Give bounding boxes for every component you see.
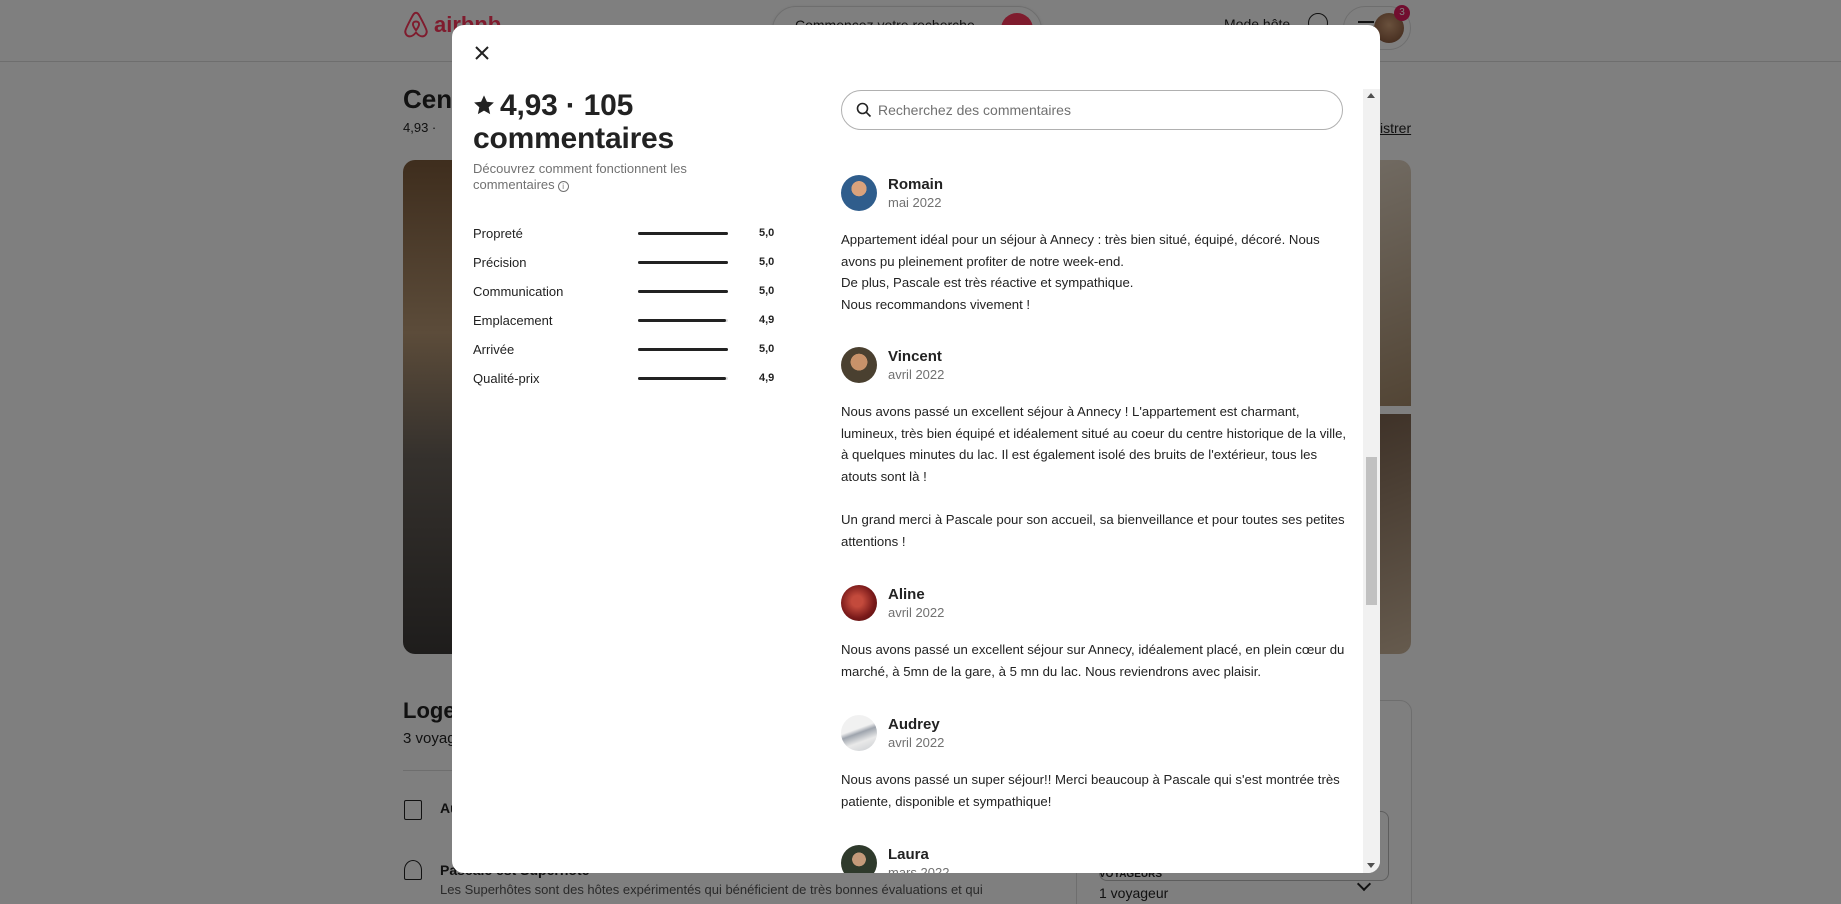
review-date: mars 2022	[888, 865, 950, 873]
review-text: Appartement idéal pour un séjour à Annec…	[841, 229, 1349, 315]
learn-reviews-text: Découvrez comment fonctionnent les comme…	[473, 161, 687, 192]
category-bar	[638, 377, 728, 380]
rating-separator: ·	[565, 89, 576, 122]
category-bar	[638, 319, 728, 322]
reviewer-avatar[interactable]	[841, 585, 877, 621]
reviewer-avatar[interactable]	[841, 715, 877, 751]
rating-value: 4,93	[500, 89, 558, 122]
reviewer-name: Romain	[888, 176, 944, 193]
review-date: avril 2022	[888, 605, 945, 620]
reviewer-avatar[interactable]	[841, 347, 877, 383]
search-icon	[856, 102, 872, 118]
category-bar	[638, 290, 728, 293]
scroll-up-arrow[interactable]	[1367, 93, 1375, 98]
review-date: avril 2022	[888, 735, 945, 750]
category-value: 5,0	[759, 343, 775, 355]
category-label: Communication	[473, 284, 564, 299]
category-bar	[638, 348, 728, 351]
info-icon: i	[557, 181, 569, 192]
review-paragraph: Nous avons passé un super séjour!! Merci…	[841, 772, 1340, 809]
scrollbar-thumb[interactable]	[1366, 457, 1377, 605]
category-row: Arrivée 5,0	[473, 342, 774, 371]
category-bar-fill	[638, 290, 728, 293]
review-count: 105	[583, 89, 634, 122]
category-bar-fill	[638, 232, 728, 235]
category-value: 5,0	[759, 285, 775, 297]
review-paragraph: Un grand merci à Pascale pour son accuei…	[841, 511, 1345, 549]
reviews-word: commentaires	[473, 122, 675, 155]
close-icon	[475, 46, 489, 60]
category-ratings: Propreté 5,0 Précision 5,0 Communication 5,0 E…	[473, 226, 774, 400]
review-text: Nous avons passé un excellent séjour à A…	[841, 401, 1349, 552]
reviewer-name: Vincent	[888, 348, 942, 365]
category-label: Emplacement	[473, 313, 553, 328]
category-row: Emplacement 4,9	[473, 313, 774, 342]
category-value: 4,9	[759, 314, 775, 326]
category-value: 5,0	[759, 256, 775, 268]
review-paragraph: Nous avons passé un excellent séjour sur…	[841, 642, 1345, 679]
learn-reviews-link[interactable]: Découvrez comment fonctionnent les comme…	[473, 161, 703, 193]
star-icon	[474, 95, 494, 115]
reviewer-name: Audrey	[888, 716, 940, 733]
category-bar-fill	[638, 319, 727, 322]
category-row: Précision 5,0	[473, 255, 774, 284]
review-search-input[interactable]	[878, 92, 1328, 128]
reviewer-name: Aline	[888, 586, 925, 603]
review-paragraph: Nous avons passé un excellent séjour à A…	[841, 404, 1347, 484]
scroll-down-arrow[interactable]	[1367, 863, 1375, 868]
review-paragraph: Nous recommandons vivement !	[841, 296, 1031, 312]
review-paragraph: Appartement idéal pour un séjour à Annec…	[841, 232, 1320, 269]
category-bar-fill	[638, 348, 728, 351]
reviews-list: Romain mai 2022 Appartement idéal pour un …	[841, 149, 1353, 873]
category-value: 5,0	[759, 227, 775, 239]
category-value: 4,9	[759, 372, 775, 384]
category-bar	[638, 261, 728, 264]
category-label: Arrivée	[473, 342, 515, 357]
category-row: Propreté 5,0	[473, 226, 774, 255]
category-bar-fill	[638, 261, 728, 264]
reviewer-avatar[interactable]	[841, 845, 877, 873]
reviewer-name: Laura	[888, 846, 929, 863]
category-bar-fill	[638, 377, 727, 380]
category-row: Communication 5,0	[473, 284, 774, 313]
category-row: Qualité-prix 4,9	[473, 371, 774, 400]
review-text: Nous avons passé un super séjour!! Merci…	[841, 769, 1349, 812]
category-bar	[638, 232, 728, 235]
category-label: Propreté	[473, 226, 523, 241]
review-text: Nous avons passé un excellent séjour sur…	[841, 639, 1349, 682]
category-label: Qualité-prix	[473, 371, 540, 386]
review-date: avril 2022	[888, 367, 945, 382]
rating-heading: 4,93 · 105 commentaires	[473, 89, 763, 155]
reviewer-avatar[interactable]	[841, 175, 877, 211]
review-search-field[interactable]	[841, 90, 1343, 130]
review-paragraph: De plus, Pascale est très réactive et sy…	[841, 275, 1134, 291]
rating-summary: 4,93 · 105 commentaires Découvrez commen…	[473, 89, 763, 193]
category-label: Précision	[473, 255, 527, 270]
reviews-modal: 4,93 · 105 commentaires Découvrez commen…	[452, 25, 1380, 873]
review-date: mai 2022	[888, 195, 942, 210]
close-button[interactable]	[466, 37, 498, 69]
scrollbar[interactable]	[1363, 89, 1380, 873]
